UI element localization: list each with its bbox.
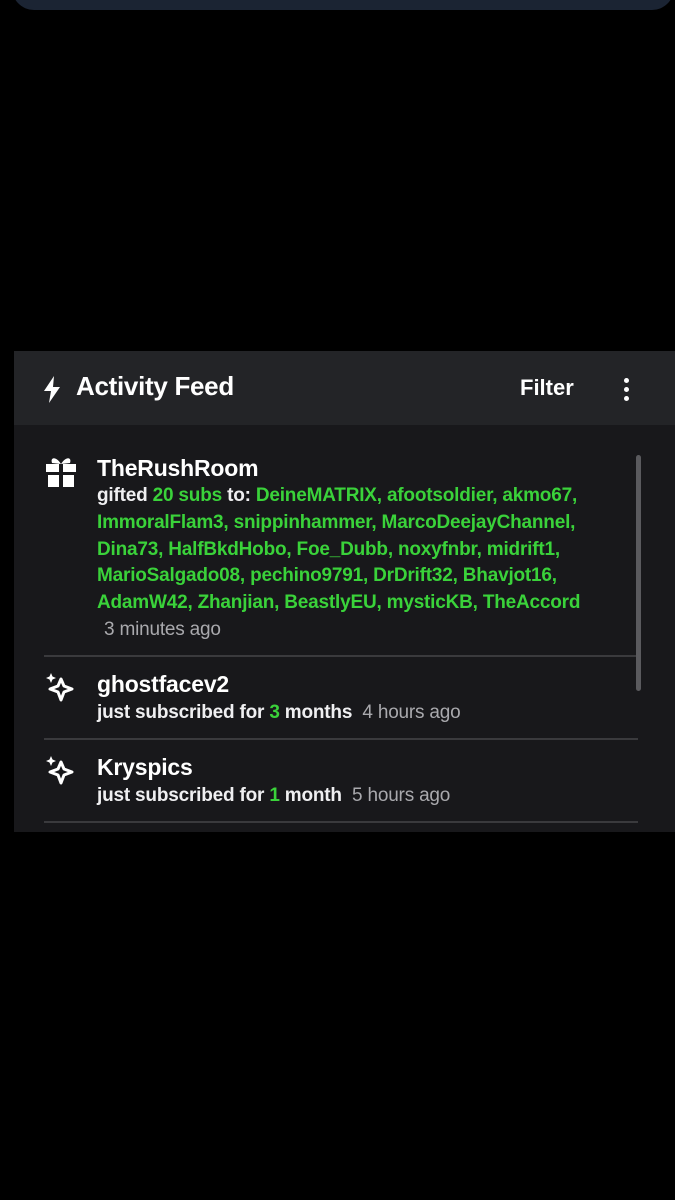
sub-line: just subscribed for 1 month 5 hours ago xyxy=(97,785,450,807)
sparkle-icon xyxy=(46,756,74,785)
sparkle-icon xyxy=(46,673,74,702)
feed-item-gift[interactable]: TheRushRoom gifted 20 subs to: DeineMATR… xyxy=(44,453,638,643)
activity-feed-panel: Activity Feed Filter TheRushRoom gifted … xyxy=(14,351,675,832)
gift-line: gifted 20 subs to: DeineMATRIX, afootsol… xyxy=(97,485,577,507)
bolt-icon xyxy=(44,376,60,403)
panel-title: Activity Feed xyxy=(76,371,234,401)
timestamp: 3 minutes ago xyxy=(104,619,221,640)
action-text: just subscribed for xyxy=(97,785,265,806)
kebab-menu-icon[interactable] xyxy=(614,375,638,403)
sub-line: just subscribed for 3 months 4 hours ago xyxy=(97,702,461,724)
recipients-line: AdamW42, Zhanjian, BeastlyEU, mysticKB, … xyxy=(97,592,581,613)
panel-header: Activity Feed Filter xyxy=(14,351,675,425)
feed-list: TheRushRoom gifted 20 subs to: DeineMATR… xyxy=(14,425,675,832)
sub-count: 1 xyxy=(269,785,280,806)
gift-amount: 20 subs xyxy=(152,485,223,506)
filter-button[interactable]: Filter xyxy=(520,375,574,401)
scrollbar[interactable] xyxy=(636,455,641,691)
username[interactable]: TheRushRoom xyxy=(97,455,259,482)
feed-item-sub[interactable]: ghostfacev2 just subscribed for 3 months… xyxy=(44,671,638,731)
recipients-line: Dina73, HalfBkdHobo, Foe_Dubb, noxyfnbr,… xyxy=(97,539,560,560)
action-text: gifted xyxy=(97,485,148,506)
sub-unit: months xyxy=(284,702,353,723)
gift-icon xyxy=(46,458,76,487)
sub-unit: month xyxy=(284,785,342,806)
timestamp: 4 hours ago xyxy=(362,702,461,723)
to-label: to: xyxy=(227,485,251,506)
feed-item-sub[interactable]: Kryspics just subscribed for 1 month 5 h… xyxy=(44,754,638,814)
recipients-line: DeineMATRIX, afootsoldier, akmo67, xyxy=(255,485,578,506)
top-bar xyxy=(12,0,674,10)
timestamp: 5 hours ago xyxy=(352,785,451,806)
action-text: just subscribed for xyxy=(97,702,265,723)
username[interactable]: ghostfacev2 xyxy=(97,671,229,698)
recipients-line: ImmoralFlam3, snippinhammer, MarcoDeejay… xyxy=(97,512,576,533)
divider xyxy=(44,738,638,740)
username[interactable]: Kryspics xyxy=(97,754,193,781)
recipients-line: MarioSalgado08, pechino9791, DrDrift32, … xyxy=(97,565,557,586)
divider xyxy=(44,821,638,823)
divider xyxy=(44,655,638,657)
sub-count: 3 xyxy=(269,702,280,723)
